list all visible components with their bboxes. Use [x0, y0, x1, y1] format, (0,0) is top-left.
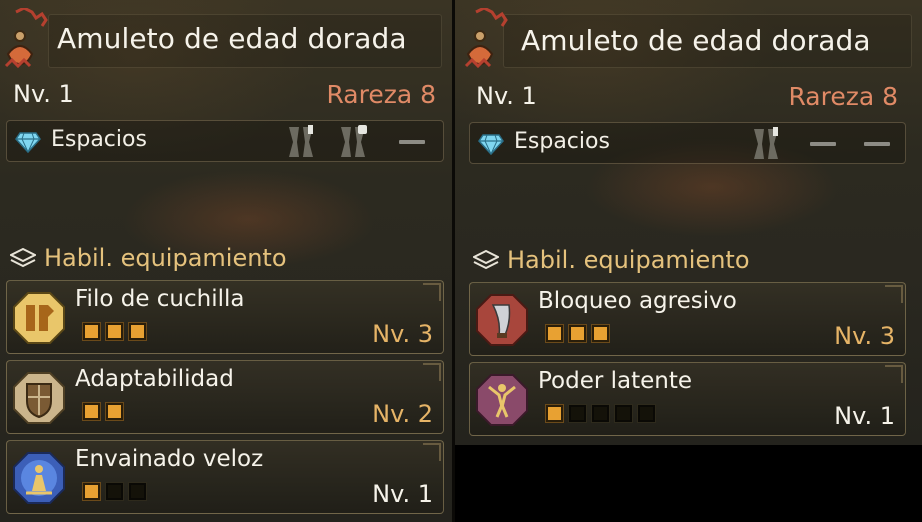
title-row: Amuleto de edad dorada	[0, 0, 452, 82]
shield-crest-icon	[13, 372, 65, 424]
amulet-icon	[464, 8, 508, 69]
blade-sharpness-icon	[13, 292, 65, 344]
amulet-detail-panel-left: Amuleto de edad dorada Nv. 1 Rareza 8 Es…	[0, 0, 452, 522]
decoration-slot-2-icon[interactable]	[337, 125, 369, 159]
decoration-slot-1-icon[interactable]	[285, 125, 317, 159]
skill-card[interactable]: Adaptabilidad Nv. 2	[6, 360, 444, 434]
blade-guard-icon	[476, 294, 528, 346]
skill-card[interactable]: Poder latente Nv. 1	[469, 362, 906, 436]
level-pip-empty	[638, 405, 655, 422]
skill-level: Nv. 2	[372, 400, 433, 428]
decoration-slot-1-icon[interactable]	[750, 127, 782, 161]
skill-card[interactable]: Filo de cuchilla Nv. 3	[6, 280, 444, 354]
skill-name: Envainado veloz	[75, 446, 264, 472]
diamond-icon	[15, 132, 41, 153]
level-pip	[106, 323, 123, 340]
skill-card[interactable]: Bloqueo agresivo Nv. 3	[469, 282, 906, 356]
slots-label: Espacios	[514, 129, 610, 154]
title-row: Amuleto de edad dorada	[455, 0, 922, 82]
level-pip	[546, 405, 563, 422]
skills-icon	[10, 248, 36, 268]
skill-level: Nv. 1	[372, 480, 433, 508]
rarity-label: Rareza 8	[788, 82, 898, 111]
level-pip	[106, 403, 123, 420]
amulet-icon	[4, 8, 48, 69]
level-pip-empty	[592, 405, 609, 422]
level-pip	[546, 325, 563, 342]
decoration-slots-row: Espacios	[6, 120, 444, 162]
empty-slot	[810, 142, 836, 146]
empty-slot	[399, 140, 425, 144]
skill-level: Nv. 3	[834, 322, 895, 350]
level-pip	[83, 483, 100, 500]
diamond-icon	[478, 134, 504, 155]
level-pip	[592, 325, 609, 342]
skills-label: Habil. equipamiento	[507, 246, 750, 274]
slots-label: Espacios	[51, 127, 147, 152]
skill-name: Adaptabilidad	[75, 366, 234, 392]
level-pip-empty	[615, 405, 632, 422]
level-pip	[569, 325, 586, 342]
rarity-label: Rareza 8	[326, 80, 436, 109]
empty-slot	[864, 142, 890, 146]
skill-level: Nv. 1	[834, 402, 895, 430]
level-pip-empty	[569, 405, 586, 422]
item-level: Nv. 1	[476, 82, 537, 110]
level-pip	[83, 323, 100, 340]
skills-label: Habil. equipamiento	[44, 244, 287, 272]
skills-icon	[473, 250, 499, 270]
level-pip	[83, 403, 100, 420]
level-pip-empty	[129, 483, 146, 500]
sheathe-figure-icon	[13, 452, 65, 504]
skill-name: Bloqueo agresivo	[538, 288, 737, 314]
item-title: Amuleto de edad dorada	[521, 24, 871, 57]
level-pip	[129, 323, 146, 340]
skill-level: Nv. 3	[372, 320, 433, 348]
amulet-detail-panel-right: Amuleto de edad dorada Nv. 1 Rareza 8 Es…	[455, 0, 922, 445]
skill-name: Poder latente	[538, 368, 693, 394]
level-pip-empty	[106, 483, 123, 500]
decoration-slots-row: Espacios	[469, 122, 906, 164]
item-level: Nv. 1	[13, 80, 74, 108]
item-title: Amuleto de edad dorada	[57, 22, 407, 55]
skill-card[interactable]: Envainado veloz Nv. 1	[6, 440, 444, 514]
power-figure-icon	[476, 374, 528, 426]
skill-name: Filo de cuchilla	[75, 286, 245, 312]
